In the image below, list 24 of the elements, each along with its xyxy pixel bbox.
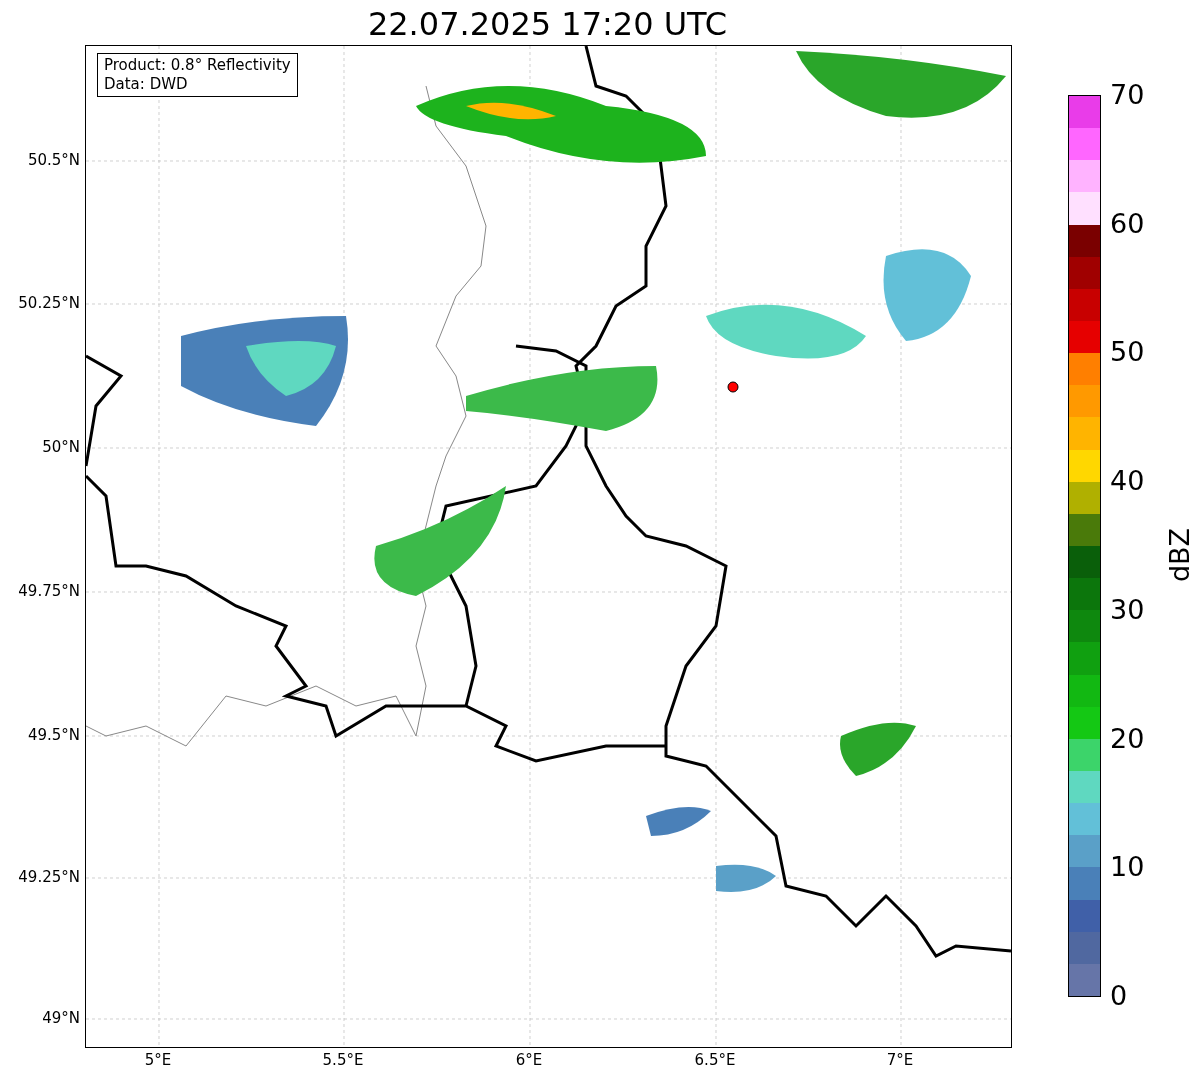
colorbar-tick-label: 20 <box>1110 722 1145 755</box>
x-tick-label: 6°E <box>514 1051 544 1069</box>
chart-title: 22.07.2025 17:20 UTC <box>366 4 729 44</box>
colorbar-tick-label: 60 <box>1110 207 1145 240</box>
y-tick-label: 50°N <box>42 438 80 456</box>
y-tick-label: 49.75°N <box>18 582 80 600</box>
colorbar-tick-label: 40 <box>1110 465 1145 498</box>
x-tick-label: 6.5°E <box>693 1051 737 1069</box>
colorbar-tick-label: 30 <box>1110 593 1145 626</box>
colorbar-tick-label: 70 <box>1110 79 1145 111</box>
y-tick-label: 50.25°N <box>18 294 80 312</box>
legend-text: Data: DWD <box>104 75 189 94</box>
colorbar-tick-label: 10 <box>1110 851 1145 884</box>
x-tick-label: 5.5°E <box>321 1051 365 1069</box>
y-tick-label: 49.25°N <box>18 868 80 886</box>
y-tick-label: 49°N <box>42 1009 80 1027</box>
x-tick-label: 5°E <box>143 1051 173 1069</box>
y-tick-label: 49.5°N <box>27 726 80 744</box>
colorbar-label: dBZ <box>1163 526 1196 585</box>
legend-text: Product: 0.8° Reflectivity <box>104 56 291 75</box>
x-tick-label: 7°E <box>885 1051 915 1069</box>
colorbar-tick-label: 50 <box>1110 336 1145 369</box>
colorbar-tick-label: 0 <box>1110 980 1128 1012</box>
y-tick-label: 50.5°N <box>27 151 80 169</box>
